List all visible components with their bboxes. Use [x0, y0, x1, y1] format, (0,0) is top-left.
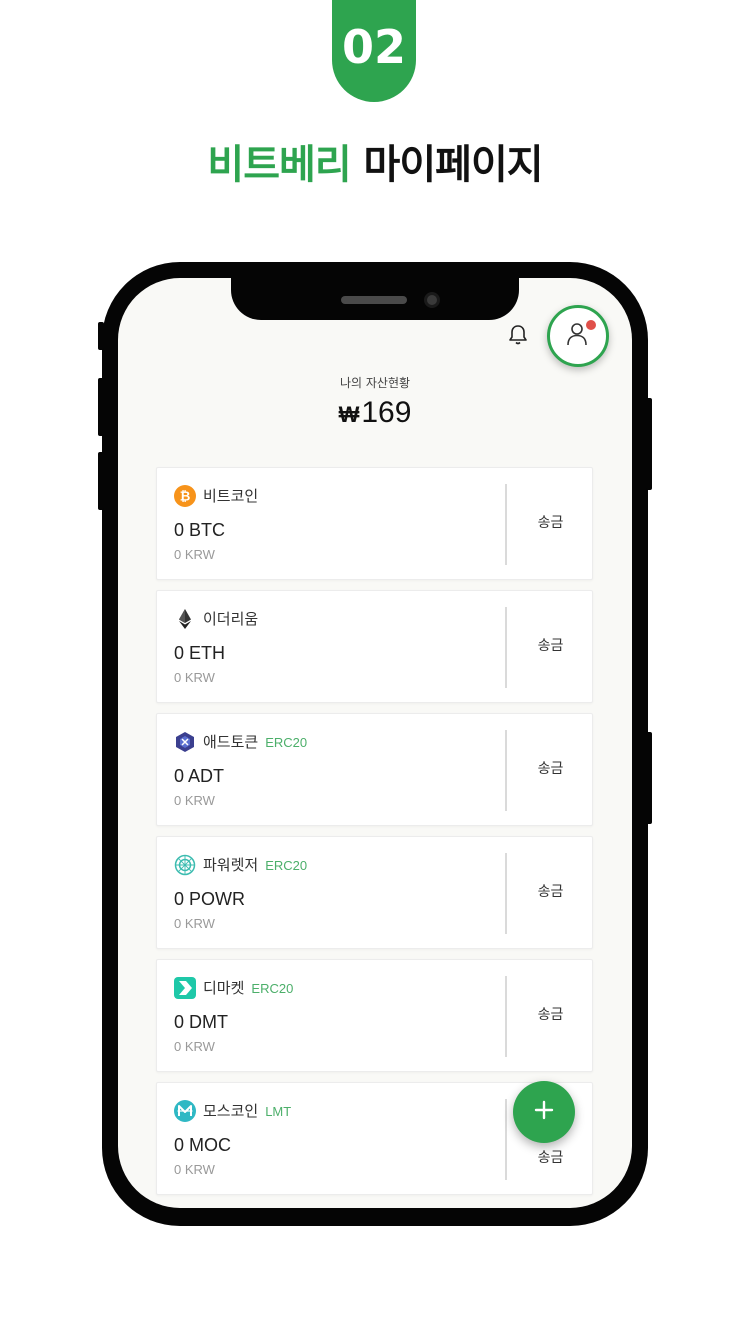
adtoken-icon — [174, 731, 196, 753]
coin-amount: 0 ETH — [174, 643, 226, 663]
coin-network-tag: LMT — [265, 1104, 292, 1119]
asset-total-value: ₩169 — [118, 396, 632, 430]
coin-network-tag: ERC20 — [265, 858, 308, 873]
coin-name: 모스코인 LMT — [203, 1102, 292, 1120]
coin-krw-value: 0 KRW — [174, 1039, 215, 1054]
phone-volume-down — [98, 452, 104, 510]
page-headline: 비트베리 마이페이지 — [0, 132, 750, 190]
coin-amount: 0 ADT — [174, 766, 225, 786]
coin-krw-value: 0 KRW — [174, 547, 215, 562]
coin-krw-value: 0 KRW — [174, 1162, 215, 1177]
ethereum-icon — [174, 608, 196, 630]
coin-krw-value: 0 KRW — [174, 793, 215, 808]
section-number-badge: 02 — [332, 0, 416, 102]
coin-name: 파워렛저 ERC20 — [203, 856, 308, 874]
add-coin-button[interactable] — [513, 1081, 575, 1143]
dmarket-icon — [174, 977, 196, 999]
send-button[interactable]: 송금 — [507, 468, 594, 581]
headline-brand: 비트베리 — [207, 142, 351, 188]
coin-krw-value: 0 KRW — [174, 916, 215, 931]
phone-silent-switch — [98, 322, 104, 350]
coin-name: 이더리움 — [203, 610, 259, 628]
notification-dot — [586, 320, 596, 330]
powerledger-icon — [174, 854, 196, 876]
send-button[interactable]: 송금 — [507, 837, 594, 950]
send-button[interactable]: 송금 — [507, 960, 594, 1073]
asset-total-amount: 169 — [361, 396, 412, 429]
coin-name: 비트코인 — [203, 487, 259, 505]
coin-amount: 0 MOC — [174, 1135, 232, 1155]
phone-screen: 나의 자산현황 ₩169 ₿ 비트코인 0 BTC 0 KRW 송금 이더리움 … — [118, 278, 632, 1208]
coin-name: 애드토큰 ERC20 — [203, 733, 308, 751]
coin-krw-value: 0 KRW — [174, 670, 215, 685]
phone-notch — [231, 278, 519, 320]
coin-network-tag: ERC20 — [251, 981, 294, 996]
currency-symbol: ₩ — [338, 402, 360, 427]
coin-card-eth[interactable]: 이더리움 0 ETH 0 KRW 송금 — [156, 590, 593, 703]
coin-card-adt[interactable]: 애드토큰 ERC20 0 ADT 0 KRW 송금 — [156, 713, 593, 826]
coin-card-powr[interactable]: 파워렛저 ERC20 0 POWR 0 KRW 송금 — [156, 836, 593, 949]
front-camera — [424, 292, 440, 308]
svg-text:₿: ₿ — [180, 490, 191, 505]
bitcoin-icon: ₿ — [174, 485, 196, 507]
coin-network-tag: ERC20 — [265, 735, 308, 750]
coin-amount: 0 DMT — [174, 1012, 228, 1032]
coin-card-btc[interactable]: ₿ 비트코인 0 BTC 0 KRW 송금 — [156, 467, 593, 580]
moscoin-icon — [174, 1100, 196, 1122]
phone-volume-up — [98, 378, 104, 436]
speaker-grille — [341, 296, 407, 304]
coin-amount: 0 POWR — [174, 889, 246, 909]
asset-summary-label: 나의 자산현황 — [339, 376, 411, 390]
send-button[interactable]: 송금 — [507, 591, 594, 704]
phone-power-button — [646, 398, 652, 490]
coin-name: 디마켓 ERC20 — [203, 979, 294, 997]
coin-amount: 0 BTC — [174, 520, 226, 540]
phone-side-button-lower — [646, 732, 652, 824]
profile-button[interactable] — [547, 305, 609, 367]
send-button[interactable]: 송금 — [507, 714, 594, 827]
headline-title: 마이페이지 — [350, 142, 544, 188]
coin-card-dmt[interactable]: 디마켓 ERC20 0 DMT 0 KRW 송금 — [156, 959, 593, 1072]
plus-icon — [533, 1099, 555, 1125]
bell-icon[interactable] — [506, 322, 530, 348]
